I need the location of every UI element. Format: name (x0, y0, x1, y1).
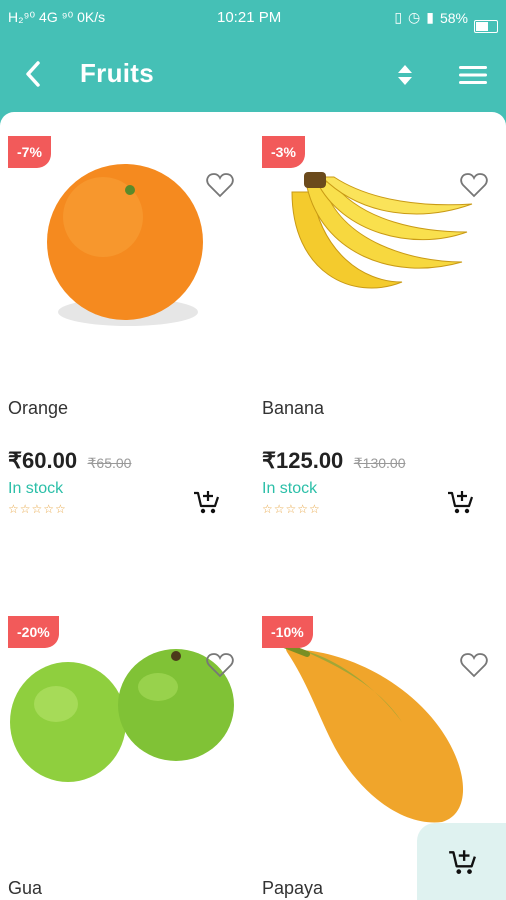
page-title: Fruits (80, 58, 155, 88)
stock-status: In stock (262, 480, 318, 497)
discount-badge: -3% (262, 136, 305, 168)
battery-level: 58% (439, 9, 468, 26)
heart-icon[interactable] (460, 652, 488, 678)
cart-button[interactable] (417, 823, 506, 900)
chevron-left-icon (26, 61, 40, 87)
product-image[interactable] (262, 132, 500, 362)
add-to-cart-icon[interactable] (192, 488, 220, 516)
add-to-cart-icon[interactable] (446, 488, 474, 516)
product-grid: -7% Orange ₹60.00 ₹65.00 In stock ☆☆☆☆☆ … (0, 112, 506, 900)
price-row: ₹60.00 ₹65.00 (8, 448, 131, 474)
clock: 10:21 PM (217, 9, 282, 26)
alarm-icon: ◷ (408, 9, 421, 25)
network-status: H₂⁹⁰ 4G ⁹⁰ 0K/s (8, 9, 106, 25)
back-button[interactable] (18, 56, 48, 92)
heart-icon[interactable] (206, 172, 234, 198)
signal-icon: ▮ (426, 9, 434, 25)
status-bar: H₂⁹⁰ 4G ⁹⁰ 0K/s 10:21 PM ▯ ◷ ▮ 58% (0, 0, 506, 36)
stock-status: In stock (8, 480, 64, 497)
product-image[interactable] (8, 132, 246, 362)
product-name[interactable]: Banana (262, 398, 324, 419)
menu-icon (459, 66, 487, 84)
menu-button[interactable] (456, 60, 490, 90)
rating-stars: ☆☆☆☆☆ (8, 502, 67, 516)
banana-image (291, 172, 473, 289)
app-bar: Fruits (0, 36, 506, 112)
battery-icon (474, 20, 498, 33)
product-price: ₹125.00 (262, 448, 344, 473)
original-price: ₹130.00 (353, 455, 406, 471)
discount-badge: -10% (262, 616, 313, 648)
product-price: ₹60.00 (8, 448, 78, 473)
discount-badge: -20% (8, 616, 59, 648)
sort-button[interactable] (390, 60, 420, 90)
discount-badge: -7% (8, 136, 51, 168)
vibrate-icon: ▯ (394, 9, 403, 25)
heart-icon[interactable] (460, 172, 488, 198)
original-price: ₹65.00 (87, 455, 132, 471)
product-name[interactable]: Orange (8, 398, 68, 419)
heart-icon[interactable] (206, 652, 234, 678)
rating-stars: ☆☆☆☆☆ (262, 502, 321, 516)
sort-icon (398, 65, 412, 85)
price-row: ₹125.00 ₹130.00 (262, 448, 405, 474)
product-name[interactable]: Papaya (262, 878, 323, 899)
orange-image (47, 164, 203, 326)
cart-icon (448, 849, 476, 874)
product-name[interactable]: Gua (8, 878, 42, 899)
system-indicators: ▯ ◷ ▮ 58% (394, 9, 498, 33)
